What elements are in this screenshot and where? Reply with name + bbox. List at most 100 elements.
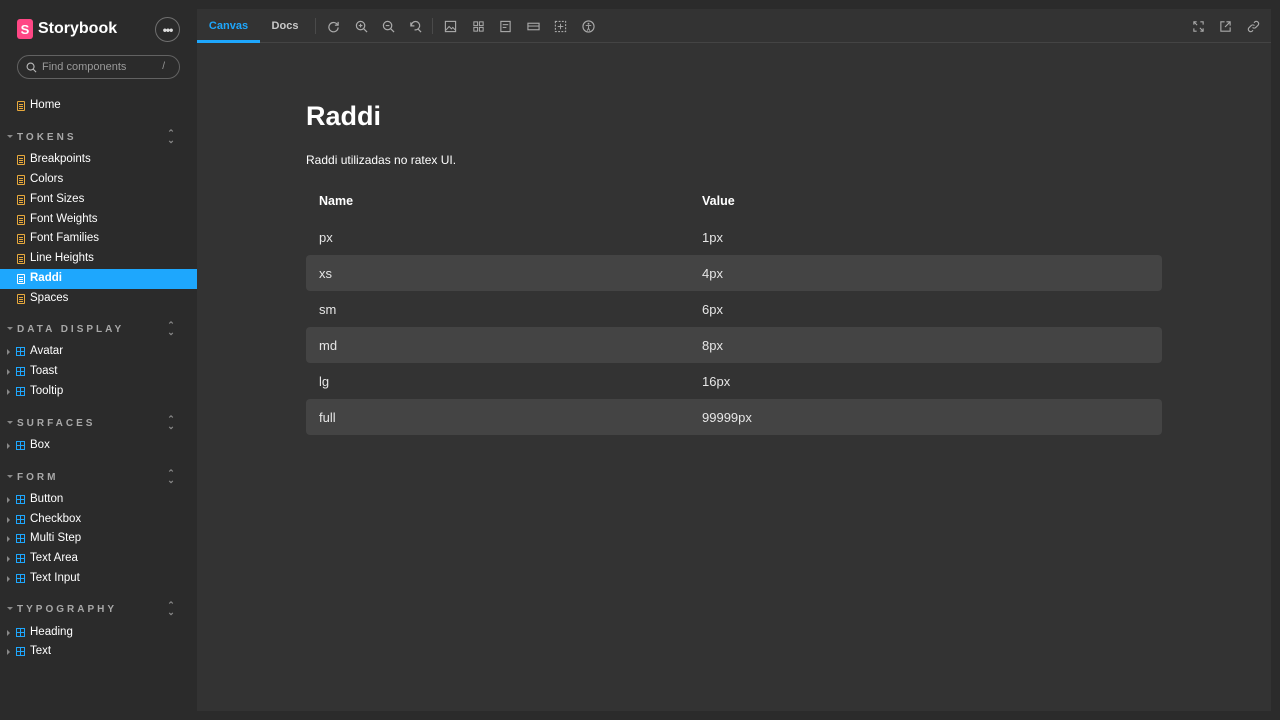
more-menu-button[interactable]: •••: [155, 17, 180, 42]
document-icon: [17, 234, 25, 244]
reload-icon[interactable]: [326, 19, 340, 33]
sidebar-item-label: Box: [30, 439, 50, 451]
group-header-form[interactable]: FORM ⌃ ⌄: [0, 469, 197, 486]
group-title: DATA DISPLAY: [17, 324, 125, 335]
chevron-right-icon: [7, 443, 10, 449]
sidebar-item-raddi[interactable]: Raddi: [0, 269, 197, 289]
token-name: md: [319, 338, 338, 353]
component-icon: [16, 628, 25, 637]
zoom-reset-icon[interactable]: [408, 19, 422, 33]
sidebar-item-font-weights[interactable]: Font Weights: [0, 210, 197, 230]
grid-icon[interactable]: [471, 19, 485, 33]
sidebar-item-label: Home: [30, 99, 61, 111]
measure-icon[interactable]: [526, 19, 540, 33]
document-icon: [17, 254, 25, 264]
sidebar-item-label: Spaces: [30, 292, 69, 304]
expand-collapse-icon[interactable]: ⌃ ⌄: [166, 601, 176, 617]
token-name: lg: [319, 374, 330, 389]
tab-docs[interactable]: Docs: [260, 9, 310, 43]
component-icon: [16, 387, 25, 396]
group-title: TYPOGRAPHY: [17, 604, 118, 615]
token-value: 6px: [702, 302, 723, 317]
sidebar-item-tooltip[interactable]: Tooltip: [0, 382, 197, 402]
fullscreen-icon[interactable]: [1191, 19, 1205, 33]
chevron-right-icon: [7, 497, 10, 503]
group-header-data-display[interactable]: DATA DISPLAY ⌃ ⌄: [0, 321, 197, 338]
sidebar-item-breakpoints[interactable]: Breakpoints: [0, 150, 197, 170]
document-icon: [17, 155, 25, 165]
open-new-tab-icon[interactable]: [1218, 19, 1232, 33]
table-row: xs 4px: [306, 255, 1162, 291]
sidebar-item-heading[interactable]: Heading: [0, 623, 197, 643]
image-icon[interactable]: [443, 19, 457, 33]
accessibility-icon[interactable]: [581, 19, 595, 33]
sidebar: S Storybook ••• Find components / Home T…: [0, 0, 197, 720]
zoom-out-icon[interactable]: [381, 19, 395, 33]
group-header-typography[interactable]: TYPOGRAPHY ⌃ ⌄: [0, 601, 197, 618]
sidebar-item-label: Font Families: [30, 232, 100, 244]
search-icon: [26, 62, 37, 72]
document-icon: [17, 195, 25, 205]
sidebar-item-box[interactable]: Box: [0, 436, 197, 456]
expand-collapse-icon[interactable]: ⌃ ⌄: [166, 321, 176, 337]
component-icon: [16, 367, 25, 376]
token-value: 16px: [702, 374, 731, 389]
table-row: full 99999px: [306, 399, 1162, 435]
zoom-in-icon[interactable]: [354, 19, 368, 33]
outline-icon[interactable]: [498, 19, 512, 33]
sidebar-item-label: Text: [30, 645, 52, 657]
sidebar-item-checkbox[interactable]: Checkbox: [0, 510, 197, 530]
component-icon: [16, 554, 25, 563]
sidebar-item-label: Font Weights: [30, 213, 98, 225]
chevron-right-icon: [7, 576, 10, 582]
sidebar-item-spaces[interactable]: Spaces: [0, 289, 197, 309]
group-header-surfaces[interactable]: SURFACES ⌃ ⌄: [0, 415, 197, 432]
chevron-right-icon: [7, 556, 10, 562]
main-panel: Canvas Docs Raddi Raddi utilizadas no ra…: [197, 9, 1271, 711]
sidebar-item-label: Text Area: [30, 552, 78, 564]
chevron-right-icon: [7, 649, 10, 655]
sidebar-item-font-sizes[interactable]: Font Sizes: [0, 190, 197, 210]
document-icon: [17, 101, 25, 111]
toolbar-divider: [315, 18, 316, 34]
token-value: 8px: [702, 338, 723, 353]
page-description: Raddi utilizadas no ratex UI.: [306, 153, 457, 167]
search-input[interactable]: Find components /: [17, 55, 180, 79]
background-icon[interactable]: [553, 19, 567, 33]
sidebar-item-label: Tooltip: [30, 385, 64, 397]
sidebar-item-toast[interactable]: Toast: [0, 362, 197, 382]
tab-canvas[interactable]: Canvas: [197, 9, 260, 43]
tokens-table: Name Value px 1px xs 4px sm 6px md 8px l…: [306, 183, 1162, 435]
token-value: 1px: [702, 230, 723, 245]
chevron-right-icon: [7, 517, 10, 523]
sidebar-item-label: Line Heights: [30, 252, 94, 264]
sidebar-item-colors[interactable]: Colors: [0, 170, 197, 190]
sidebar-item-text-area[interactable]: Text Area: [0, 549, 197, 569]
sidebar-item-label: Heading: [30, 626, 73, 638]
storybook-brand[interactable]: S Storybook: [17, 19, 117, 39]
toolbar-divider: [432, 18, 433, 34]
sidebar-item-multi-step[interactable]: Multi Step: [0, 529, 197, 549]
sidebar-item-avatar[interactable]: Avatar: [0, 342, 197, 362]
token-name: full: [319, 410, 336, 425]
sidebar-item-text-input[interactable]: Text Input: [0, 569, 197, 589]
token-value: 99999px: [702, 410, 752, 425]
sidebar-item-home[interactable]: Home: [0, 96, 197, 116]
sidebar-item-font-families[interactable]: Font Families: [0, 229, 197, 249]
chevron-down-icon: [7, 135, 13, 138]
sidebar-item-button[interactable]: Button: [0, 490, 197, 510]
group-header-tokens[interactable]: TOKENS ⌃ ⌄: [0, 129, 197, 146]
sidebar-item-text[interactable]: Text: [0, 642, 197, 662]
sidebar-item-line-heights[interactable]: Line Heights: [0, 249, 197, 269]
brand-name: Storybook: [38, 20, 118, 37]
component-icon: [16, 515, 25, 524]
sidebar-item-label: Toast: [30, 365, 58, 377]
sidebar-item-label: Colors: [30, 173, 64, 185]
link-icon[interactable]: [1246, 19, 1260, 33]
expand-collapse-icon[interactable]: ⌃ ⌄: [166, 469, 176, 485]
chevron-down-icon: [7, 475, 13, 478]
document-icon: [17, 274, 25, 284]
collapse-all-icon[interactable]: ⌃ ⌄: [166, 129, 176, 145]
chevron-right-icon: [7, 630, 10, 636]
expand-collapse-icon[interactable]: ⌃ ⌄: [166, 415, 176, 431]
